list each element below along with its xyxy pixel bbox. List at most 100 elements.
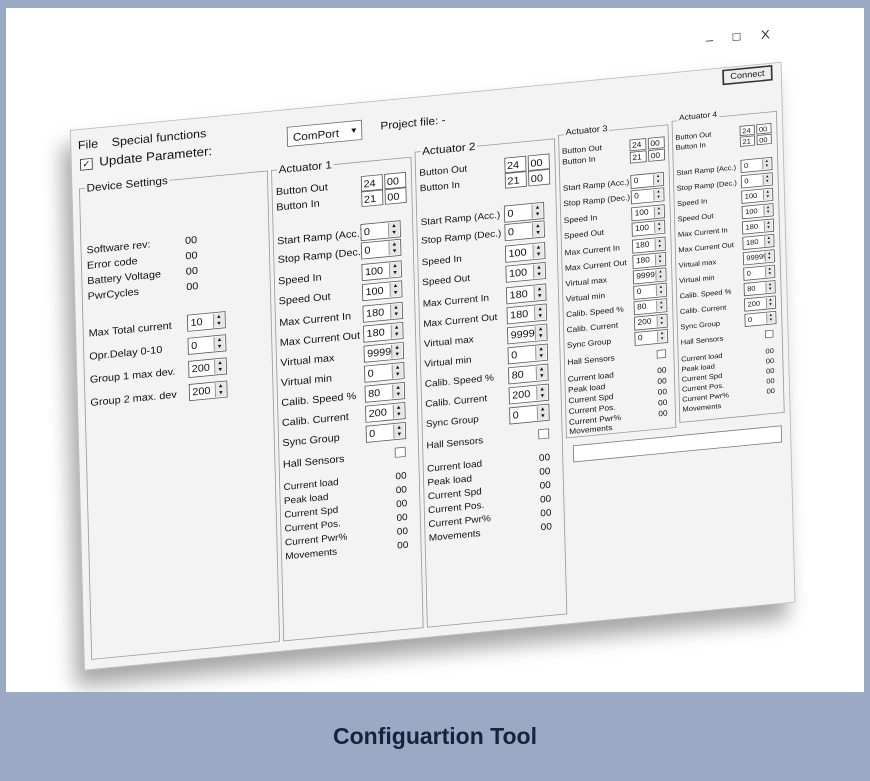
max-total-current-spinner[interactable]: 10 ▲ ▼	[186, 311, 226, 332]
spin-arrows-icon[interactable]: ▲ ▼	[531, 203, 543, 219]
button-in-value-2[interactable]: 00	[756, 133, 772, 146]
virtual-max-spinner[interactable]: 99999 ▲ ▼	[632, 267, 667, 285]
button-out-value-1[interactable]: 24	[629, 138, 647, 152]
max-current-out-spinner[interactable]: 180 ▲ ▼	[363, 321, 404, 343]
button-out-value-1[interactable]: 24	[739, 124, 755, 137]
button-out-value-2[interactable]: 00	[756, 123, 772, 135]
close-button[interactable]: X	[761, 28, 770, 43]
sync-group-spinner[interactable]: 0 ▲ ▼	[509, 403, 550, 425]
button-in-value-1[interactable]: 21	[504, 171, 527, 189]
spin-arrows-icon[interactable]: ▲ ▼	[655, 253, 665, 266]
virtual-max-spinner[interactable]: 99999 ▲ ▼	[507, 323, 548, 345]
speed-out-spinner[interactable]: 100 ▲ ▼	[505, 261, 546, 283]
calib-speed-spinner[interactable]: 80 ▲ ▼	[633, 298, 668, 316]
spin-arrows-icon[interactable]: ▲ ▼	[390, 323, 402, 339]
max-current-in-spinner[interactable]: 180 ▲ ▼	[506, 283, 547, 305]
speed-in-spinner[interactable]: 100 ▲ ▼	[631, 204, 665, 222]
group2-max-dev-spinner[interactable]: 200 ▲ ▼	[188, 380, 228, 402]
button-in-value-2[interactable]: 00	[648, 148, 666, 162]
update-parameter-checkbox[interactable]: ✓	[79, 157, 93, 171]
chevron-down-icon[interactable]: ▼	[349, 121, 358, 142]
stop-ramp-spinner[interactable]: 0 ▲ ▼	[504, 220, 545, 242]
calib-current-spinner[interactable]: 200 ▲ ▼	[634, 313, 668, 331]
spin-arrows-icon[interactable]: ▲ ▼	[653, 205, 664, 218]
spin-arrows-icon[interactable]: ▲ ▼	[390, 303, 402, 319]
button-out-value-2[interactable]: 00	[647, 136, 665, 150]
spin-arrows-icon[interactable]: ▲ ▼	[534, 325, 546, 341]
spin-arrows-icon[interactable]: ▲ ▼	[657, 330, 667, 343]
spin-arrows-icon[interactable]: ▲ ▼	[655, 269, 665, 281]
spin-arrows-icon[interactable]: ▲ ▼	[212, 312, 225, 328]
spin-arrows-icon[interactable]: ▲ ▼	[656, 315, 667, 327]
spin-arrows-icon[interactable]: ▲ ▼	[389, 282, 401, 297]
virtual-max-spinner[interactable]: 99999 ▲ ▼	[742, 249, 775, 266]
spin-arrows-icon[interactable]: ▲ ▼	[533, 285, 545, 301]
button-in-value-1[interactable]: 21	[739, 135, 756, 147]
max-current-in-spinner[interactable]: 180 ▲ ▼	[742, 218, 775, 235]
max-current-out-spinner[interactable]: 180 ▲ ▼	[506, 303, 548, 325]
calib-current-spinner[interactable]: 200 ▲ ▼	[744, 295, 777, 312]
menu-file[interactable]: File	[78, 137, 99, 152]
spin-arrows-icon[interactable]: ▲ ▼	[762, 158, 771, 170]
stop-ramp-spinner[interactable]: 0 ▲ ▼	[740, 172, 773, 189]
spin-arrows-icon[interactable]: ▲ ▼	[762, 174, 772, 185]
spin-arrows-icon[interactable]: ▲ ▼	[533, 263, 545, 279]
start-ramp-spinner[interactable]: 0 ▲ ▼	[630, 171, 665, 189]
maximize-button[interactable]: ☐	[732, 31, 742, 44]
calib-speed-spinner[interactable]: 80 ▲ ▼	[508, 363, 549, 385]
start-ramp-spinner[interactable]: 0 ▲ ▼	[503, 201, 545, 223]
speed-out-spinner[interactable]: 100 ▲ ▼	[631, 219, 666, 237]
spin-arrows-icon[interactable]: ▲ ▼	[535, 345, 547, 361]
spin-arrows-icon[interactable]: ▲ ▼	[389, 262, 401, 277]
speed-in-spinner[interactable]: 100 ▲ ▼	[361, 260, 402, 282]
connect-button[interactable]: Connect	[722, 65, 773, 86]
spin-arrows-icon[interactable]: ▲ ▼	[764, 235, 773, 247]
start-ramp-spinner[interactable]: 0 ▲ ▼	[360, 220, 401, 242]
calib-current-spinner[interactable]: 200 ▲ ▼	[365, 402, 406, 423]
virtual-min-spinner[interactable]: 0 ▲ ▼	[743, 264, 776, 281]
spin-arrows-icon[interactable]: ▲ ▼	[536, 405, 548, 421]
sync-group-spinner[interactable]: 0 ▲ ▼	[365, 422, 407, 443]
max-current-out-spinner[interactable]: 180 ▲ ▼	[742, 233, 775, 251]
hall-sensors-checkbox[interactable]	[538, 428, 550, 440]
spin-arrows-icon[interactable]: ▲ ▼	[656, 299, 666, 312]
spin-arrows-icon[interactable]: ▲ ▼	[392, 403, 404, 419]
group1-max-dev-spinner[interactable]: 200 ▲ ▼	[188, 357, 228, 378]
spin-arrows-icon[interactable]: ▲ ▼	[532, 243, 544, 259]
comport-select[interactable]: ComPort ▼	[286, 119, 363, 148]
speed-in-spinner[interactable]: 100 ▲ ▼	[741, 187, 774, 204]
button-in-value-2[interactable]: 00	[384, 187, 407, 205]
speed-out-spinner[interactable]: 100 ▲ ▼	[361, 280, 403, 302]
sync-group-spinner[interactable]: 0 ▲ ▼	[744, 310, 777, 328]
button-in-value-1[interactable]: 21	[629, 150, 647, 164]
spin-arrows-icon[interactable]: ▲ ▼	[534, 305, 546, 321]
button-in-value-1[interactable]: 21	[361, 189, 384, 208]
max-current-out-spinner[interactable]: 180 ▲ ▼	[632, 252, 667, 270]
calib-speed-spinner[interactable]: 80 ▲ ▼	[743, 280, 776, 297]
virtual-min-spinner[interactable]: 0 ▲ ▼	[507, 343, 549, 365]
spin-arrows-icon[interactable]: ▲ ▼	[654, 238, 665, 250]
spin-arrows-icon[interactable]: ▲ ▼	[393, 423, 405, 439]
spin-arrows-icon[interactable]: ▲ ▼	[765, 297, 775, 309]
spin-arrows-icon[interactable]: ▲ ▼	[763, 204, 772, 216]
hall-sensors-checkbox[interactable]	[764, 329, 774, 339]
spin-arrows-icon[interactable]: ▲ ▼	[387, 222, 400, 237]
spin-arrows-icon[interactable]: ▲ ▼	[762, 189, 772, 201]
calib-speed-spinner[interactable]: 80 ▲ ▼	[364, 382, 406, 403]
spin-arrows-icon[interactable]: ▲ ▼	[391, 343, 403, 359]
max-current-in-spinner[interactable]: 180 ▲ ▼	[362, 301, 404, 323]
start-ramp-spinner[interactable]: 0 ▲ ▼	[740, 156, 773, 174]
sync-group-spinner[interactable]: 0 ▲ ▼	[634, 329, 669, 347]
opr-delay-spinner[interactable]: 0 ▲ ▼	[187, 334, 227, 355]
speed-in-spinner[interactable]: 100 ▲ ▼	[504, 241, 546, 263]
spin-arrows-icon[interactable]: ▲ ▼	[763, 220, 773, 232]
spin-arrows-icon[interactable]: ▲ ▼	[391, 363, 403, 379]
spin-arrows-icon[interactable]: ▲ ▼	[214, 382, 226, 398]
speed-out-spinner[interactable]: 100 ▲ ▼	[741, 203, 774, 220]
spin-arrows-icon[interactable]: ▲ ▼	[392, 383, 404, 399]
virtual-min-spinner[interactable]: 0 ▲ ▼	[364, 361, 405, 383]
spin-arrows-icon[interactable]: ▲ ▼	[653, 189, 663, 201]
stop-ramp-spinner[interactable]: 0 ▲ ▼	[630, 187, 665, 205]
spin-arrows-icon[interactable]: ▲ ▼	[652, 173, 663, 186]
virtual-max-spinner[interactable]: 99999 ▲ ▼	[363, 341, 405, 363]
